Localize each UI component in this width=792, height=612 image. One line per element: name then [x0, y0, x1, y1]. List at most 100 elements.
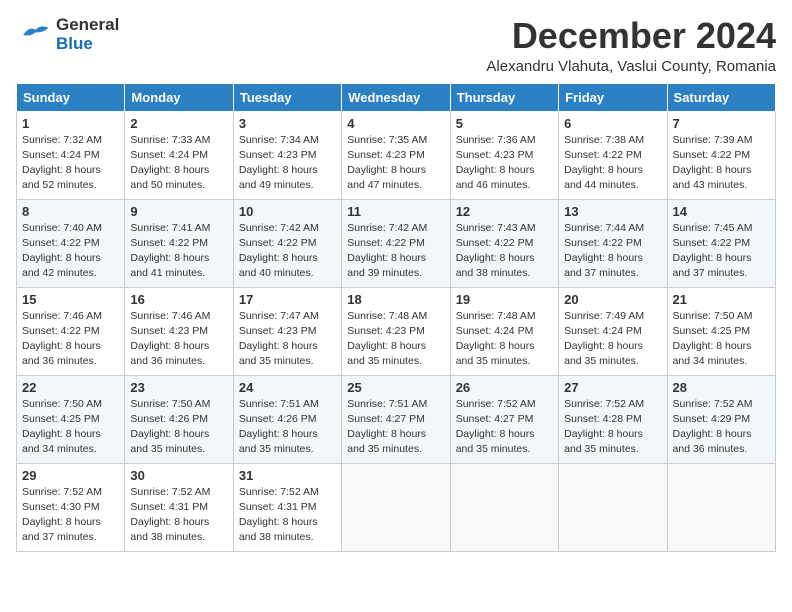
- sunrise-label: Sunrise: 7:36 AM: [456, 134, 536, 146]
- calendar-cell: 1Sunrise: 7:32 AMSunset: 4:24 PMDaylight…: [17, 111, 125, 199]
- sunrise-label: Sunrise: 7:50 AM: [673, 310, 753, 322]
- sunrise-label: Sunrise: 7:47 AM: [239, 310, 319, 322]
- sunset-label: Sunset: 4:22 PM: [673, 149, 751, 161]
- sunset-label: Sunset: 4:22 PM: [564, 237, 642, 249]
- sunset-label: Sunset: 4:24 PM: [456, 325, 534, 337]
- day-info: Sunrise: 7:52 AMSunset: 4:31 PMDaylight:…: [239, 485, 336, 546]
- calendar-cell: 15Sunrise: 7:46 AMSunset: 4:22 PMDayligh…: [17, 287, 125, 375]
- daylight-label: Daylight: 8 hours and 41 minutes.: [130, 252, 209, 279]
- day-number: 13: [564, 204, 661, 219]
- day-info: Sunrise: 7:33 AMSunset: 4:24 PMDaylight:…: [130, 133, 227, 194]
- sunset-label: Sunset: 4:23 PM: [347, 325, 425, 337]
- daylight-label: Daylight: 8 hours and 44 minutes.: [564, 164, 643, 191]
- sunrise-label: Sunrise: 7:52 AM: [22, 486, 102, 498]
- daylight-label: Daylight: 8 hours and 49 minutes.: [239, 164, 318, 191]
- day-info: Sunrise: 7:51 AM Sunset: 4:26 PM Daylight:…: [239, 397, 336, 458]
- day-number: 5: [456, 116, 553, 131]
- daylight-label: Daylight: 8 hours and 35 minutes.: [239, 428, 318, 455]
- sunrise-label: Sunrise: 7:50 AM: [22, 398, 102, 410]
- sunset-label: Sunset: 4:24 PM: [22, 149, 100, 161]
- calendar-cell: 7Sunrise: 7:39 AMSunset: 4:22 PMDaylight…: [667, 111, 775, 199]
- calendar-cell: 27Sunrise: 7:52 AMSunset: 4:28 PMDayligh…: [559, 375, 667, 463]
- daylight-label: Daylight: 8 hours and 34 minutes.: [22, 428, 101, 455]
- daylight-label: Daylight: 8 hours and 46 minutes.: [456, 164, 535, 191]
- day-number: 30: [130, 468, 227, 483]
- sunset-label: Sunset: 4:31 PM: [239, 501, 317, 513]
- sunset-label: Sunset: 4:22 PM: [673, 237, 751, 249]
- day-info: Sunrise: 7:52 AMSunset: 4:27 PMDaylight:…: [456, 397, 553, 458]
- sunset-label: Sunset: 4:23 PM: [130, 325, 208, 337]
- sunset-label: Sunset: 4:27 PM: [456, 413, 534, 425]
- day-number: 26: [456, 380, 553, 395]
- sunset-label: Sunset: 4:26 PM: [239, 413, 317, 425]
- day-header-friday: Friday: [559, 83, 667, 111]
- daylight-label: Daylight: 8 hours and 43 minutes.: [673, 164, 752, 191]
- calendar-cell: 23Sunrise: 7:50 AMSunset: 4:26 PMDayligh…: [125, 375, 233, 463]
- calendar-cell: 24Sunrise: 7:51 AMSunset: 4:26 PMDayligh…: [233, 375, 341, 463]
- sunset-label: Sunset: 4:24 PM: [564, 325, 642, 337]
- day-number: 14: [673, 204, 770, 219]
- day-info: Sunrise: 7:38 AMSunset: 4:22 PMDaylight:…: [564, 133, 661, 194]
- daylight-label: Daylight: 8 hours and 40 minutes.: [239, 252, 318, 279]
- day-number: 22: [22, 380, 119, 395]
- day-info: Sunrise: 7:32 AMSunset: 4:24 PMDaylight:…: [22, 133, 119, 194]
- day-info: Sunrise: 7:42 AMSunset: 4:22 PMDaylight:…: [347, 221, 444, 282]
- day-number: 3: [239, 116, 336, 131]
- day-info: Sunrise: 7:36 AMSunset: 4:23 PMDaylight:…: [456, 133, 553, 194]
- calendar-table: SundayMondayTuesdayWednesdayThursdayFrid…: [16, 83, 776, 552]
- day-number: 11: [347, 204, 444, 219]
- calendar-cell: [342, 463, 450, 551]
- calendar-cell: [667, 463, 775, 551]
- day-info: Sunrise: 7:51 AMSunset: 4:27 PMDaylight:…: [347, 397, 444, 458]
- calendar-cell: 16Sunrise: 7:46 AMSunset: 4:23 PMDayligh…: [125, 287, 233, 375]
- day-header-saturday: Saturday: [667, 83, 775, 111]
- day-number: 29: [22, 468, 119, 483]
- day-number: 21: [673, 292, 770, 307]
- calendar-cell: 31Sunrise: 7:52 AMSunset: 4:31 PMDayligh…: [233, 463, 341, 551]
- daylight-label: Daylight: 8 hours and 35 minutes.: [347, 340, 426, 367]
- sunset-label: Sunset: 4:27 PM: [347, 413, 425, 425]
- calendar-cell: 8Sunrise: 7:40 AMSunset: 4:22 PMDaylight…: [17, 199, 125, 287]
- sunrise-label: Sunrise: 7:46 AM: [22, 310, 102, 322]
- day-number: 12: [456, 204, 553, 219]
- daylight-label: Daylight: 8 hours and 35 minutes.: [456, 340, 535, 367]
- sunset-label: Sunset: 4:22 PM: [456, 237, 534, 249]
- month-title: December 2024: [486, 16, 776, 56]
- day-info: Sunrise: 7:52 AMSunset: 4:29 PMDaylight:…: [673, 397, 770, 458]
- sunrise-label: Sunrise: 7:48 AM: [456, 310, 536, 322]
- sunset-label: Sunset: 4:28 PM: [564, 413, 642, 425]
- calendar-cell: 22 Sunrise: 7:50 AM Sunset: 4:25 PM Dayligh…: [17, 375, 125, 463]
- calendar-cell: 30Sunrise: 7:52 AMSunset: 4:31 PMDayligh…: [125, 463, 233, 551]
- sunrise-label: Sunrise: 7:51 AM: [239, 398, 319, 410]
- sunrise-label: Sunrise: 7:52 AM: [673, 398, 753, 410]
- day-number: 7: [673, 116, 770, 131]
- sunset-label: Sunset: 4:23 PM: [347, 149, 425, 161]
- day-number: 4: [347, 116, 444, 131]
- day-number: 23: [130, 380, 227, 395]
- calendar-cell: 11 Sunrise: 7:42 AMSunset: 4:22 PMDayligh…: [342, 199, 450, 287]
- day-info: Sunrise: 7:46 AMSunset: 4:23 PMDaylight:…: [130, 309, 227, 370]
- calendar-cell: 6Sunrise: 7:38 AMSunset: 4:22 PMDaylight…: [559, 111, 667, 199]
- day-number: 28: [673, 380, 770, 395]
- day-number: 25: [347, 380, 444, 395]
- calendar-cell: 28Sunrise: 7:52 AMSunset: 4:29 PMDayligh…: [667, 375, 775, 463]
- day-info: Sunrise: 7:52 AMSunset: 4:30 PMDaylight:…: [22, 485, 119, 546]
- sunrise-label: Sunrise: 7:45 AM: [673, 222, 753, 234]
- sunrise-label: Sunrise: 7:40 AM: [22, 222, 102, 234]
- sunset-label: Sunset: 4:25 PM: [22, 413, 100, 425]
- day-info: Sunrise: 7:52 AMSunset: 4:28 PMDaylight:…: [564, 397, 661, 458]
- calendar-cell: 26 Sunrise: 7:52 AMSunset: 4:27 PMDayligh…: [450, 375, 558, 463]
- day-info: Sunrise: 7:45 AMSunset: 4:22 PMDaylight:…: [673, 221, 770, 282]
- day-header-sunday: Sunday: [17, 83, 125, 111]
- daylight-label: Daylight: 8 hours and 47 minutes.: [347, 164, 426, 191]
- sunrise-label: Sunrise: 7:42 AM: [239, 222, 319, 234]
- day-number: 15: [22, 292, 119, 307]
- day-header-monday: Monday: [125, 83, 233, 111]
- daylight-label: Daylight: 8 hours and 37 minutes.: [22, 516, 101, 543]
- sunset-label: Sunset: 4:25 PM: [673, 325, 751, 337]
- sunset-label: Sunset: 4:29 PM: [673, 413, 751, 425]
- day-info: Sunrise: 7:50 AMSunset: 4:25 PMDaylight:…: [673, 309, 770, 370]
- daylight-label: Daylight: 8 hours and 39 minutes.: [347, 252, 426, 279]
- day-info: Sunrise: 7:46 AMSunset: 4:22 PMDaylight:…: [22, 309, 119, 370]
- sunset-label: Sunset: 4:22 PM: [22, 325, 100, 337]
